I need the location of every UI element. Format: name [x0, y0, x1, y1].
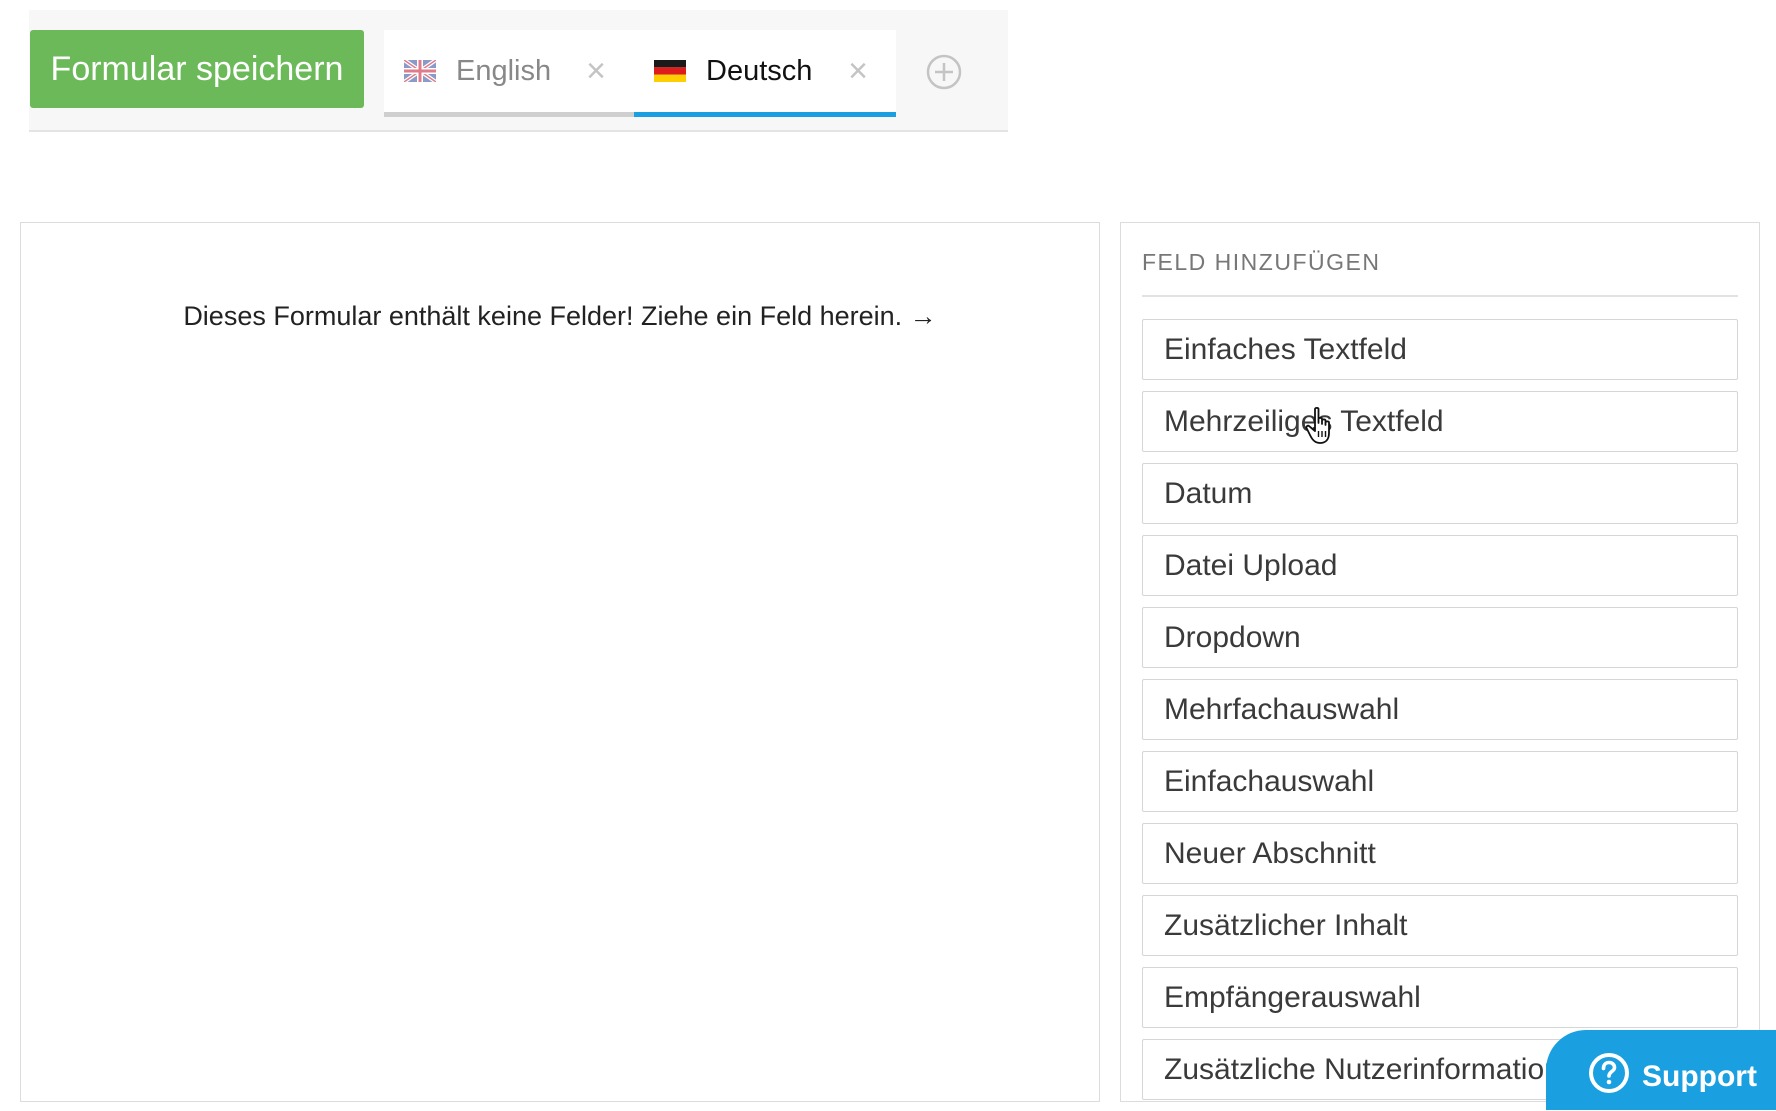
uk-flag-icon: [404, 60, 436, 82]
field-type-item[interactable]: Mehrzeiliges Textfeld: [1142, 391, 1738, 452]
field-type-item[interactable]: Empfängerauswahl: [1142, 967, 1738, 1028]
tab-english[interactable]: English ×: [384, 30, 634, 117]
tab-deutsch[interactable]: Deutsch ×: [634, 30, 896, 117]
field-type-item[interactable]: Einfachauswahl: [1142, 751, 1738, 812]
question-circle-icon: [1589, 1053, 1629, 1093]
field-type-list: Einfaches Textfeld Mehrzeiliges Textfeld…: [1142, 319, 1738, 1111]
tab-deutsch-label: Deutsch: [706, 54, 813, 87]
field-type-item[interactable]: Datei Upload: [1142, 535, 1738, 596]
add-field-panel: FELD HINZUFÜGEN Einfaches Textfeld Mehrz…: [1120, 222, 1760, 1102]
form-canvas[interactable]: Dieses Formular enthält keine Felder! Zi…: [20, 222, 1100, 1102]
close-icon[interactable]: ×: [586, 54, 606, 88]
field-type-item[interactable]: Zusätzlicher Inhalt: [1142, 895, 1738, 956]
field-type-item[interactable]: Dropdown: [1142, 607, 1738, 668]
support-label: Support: [1642, 1060, 1757, 1093]
field-type-item[interactable]: Mehrfachauswahl: [1142, 679, 1738, 740]
close-icon[interactable]: ×: [848, 54, 868, 88]
empty-form-message: Dieses Formular enthält keine Felder! Zi…: [183, 301, 937, 331]
support-button[interactable]: Support: [1546, 1030, 1776, 1110]
de-flag-icon: [654, 60, 686, 82]
plus-circle-icon[interactable]: [926, 54, 962, 90]
add-field-title: FELD HINZUFÜGEN: [1142, 249, 1738, 297]
field-type-item[interactable]: Datum: [1142, 463, 1738, 524]
tab-english-label: English: [456, 54, 552, 87]
save-form-button[interactable]: Formular speichern: [30, 30, 364, 108]
field-type-item[interactable]: Einfaches Textfeld: [1142, 319, 1738, 380]
field-type-item[interactable]: Neuer Abschnitt: [1142, 823, 1738, 884]
